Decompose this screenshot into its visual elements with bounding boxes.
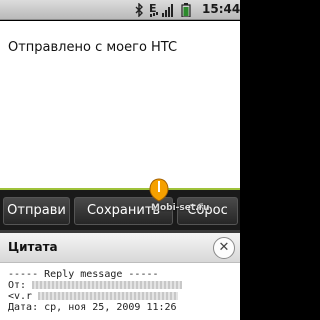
status-bar: E 15:44 — [0, 0, 240, 20]
from-address: <v.r — [8, 291, 33, 302]
send-button[interactable]: Отправи — [3, 197, 70, 225]
quote-header: Цитата ✕ — [0, 233, 240, 263]
message-body: Отправлено с моего HTC — [8, 40, 178, 55]
from-label: От: — [8, 280, 27, 291]
touch-cursor-icon — [149, 178, 169, 202]
quote-from-address-line: <v.r — [8, 291, 236, 302]
clock: 15:44 — [202, 2, 241, 16]
quote-title: Цитата — [8, 240, 58, 254]
bluetooth-icon — [135, 3, 143, 17]
watermark: Mobi-set.ru — [151, 203, 210, 213]
message-compose-area[interactable]: Отправлено с моего HTC — [0, 21, 240, 190]
quote-from-line: От: — [8, 280, 236, 291]
signal-icon — [162, 4, 173, 17]
quote-header-line: ----- Reply message ----- — [8, 269, 159, 280]
redacted-sender — [32, 281, 183, 289]
quoted-message: ----- Reply message ----- От: <v.r Дата:… — [8, 269, 236, 313]
quote-date-line: Дата: ср, ноя 25, 2009 11:26 — [8, 302, 177, 313]
close-icon[interactable]: ✕ — [213, 237, 235, 259]
edge-data-icon: E — [148, 2, 160, 17]
redacted-address — [38, 292, 179, 300]
quote-panel: Цитата ✕ ----- Reply message ----- От: <… — [0, 230, 240, 320]
battery-icon — [181, 3, 191, 17]
